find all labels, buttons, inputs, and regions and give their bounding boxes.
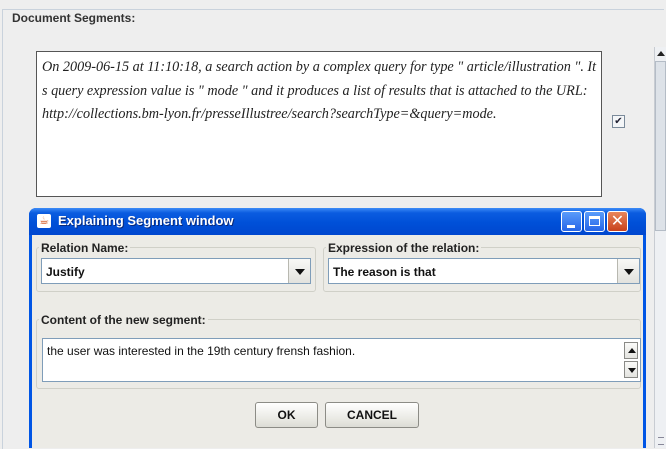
resize-grip-icon xyxy=(658,437,664,445)
content-text: the user was interested in the 19th cent… xyxy=(47,344,356,358)
close-icon: ✕ xyxy=(610,213,625,230)
java-icon: ☕ xyxy=(37,214,51,228)
ok-button[interactable]: OK xyxy=(255,402,318,428)
content-label: Content of the new segment: xyxy=(39,313,208,327)
close-button[interactable]: ✕ xyxy=(607,211,628,232)
expression-dropdown-button[interactable] xyxy=(617,259,639,283)
arrow-down-icon xyxy=(628,368,636,373)
expression-select[interactable]: The reason is that xyxy=(328,258,640,284)
main-vertical-scrollbar[interactable] xyxy=(654,47,666,448)
chevron-down-icon xyxy=(295,269,305,275)
chevron-down-icon xyxy=(624,269,634,275)
dialog-title: Explaining Segment window xyxy=(58,213,234,228)
dialog-titlebar[interactable]: ☕ Explaining Segment window ✕ xyxy=(29,208,646,235)
content-textarea[interactable]: the user was interested in the 19th cent… xyxy=(42,338,641,382)
minimize-button[interactable] xyxy=(561,211,582,232)
content-scrollbar[interactable] xyxy=(624,342,638,378)
maximize-button[interactable] xyxy=(584,211,605,232)
scroll-down-button[interactable] xyxy=(624,361,638,378)
maximize-icon xyxy=(589,216,600,226)
dialog-body: Relation Name: Justify Expression of the… xyxy=(32,235,643,448)
scroll-up-button[interactable] xyxy=(624,342,638,359)
relation-name-dropdown-button[interactable] xyxy=(288,259,310,283)
segment-text-box[interactable]: On 2009-06-15 at 11:10:18, a search acti… xyxy=(36,51,602,197)
relation-name-select[interactable]: Justify xyxy=(41,258,311,284)
relation-name-group: Relation Name: Justify xyxy=(36,241,316,292)
relation-name-label: Relation Name: xyxy=(39,241,131,255)
segment-checkbox[interactable]: ✔ xyxy=(612,115,625,128)
expression-value: The reason is that xyxy=(333,265,436,279)
document-segments-legend: Document Segments: xyxy=(9,11,139,25)
expression-group: Expression of the relation: The reason i… xyxy=(323,241,641,292)
explaining-segment-dialog: ☕ Explaining Segment window ✕ Relation N… xyxy=(29,208,646,448)
minimize-icon xyxy=(567,225,575,228)
cancel-button[interactable]: CANCEL xyxy=(325,402,419,428)
relation-name-value: Justify xyxy=(46,265,85,279)
scroll-thumb[interactable] xyxy=(655,61,666,231)
arrow-up-icon xyxy=(628,348,636,353)
expression-label: Expression of the relation: xyxy=(326,241,482,255)
scroll-up-arrow-icon[interactable] xyxy=(657,51,665,56)
